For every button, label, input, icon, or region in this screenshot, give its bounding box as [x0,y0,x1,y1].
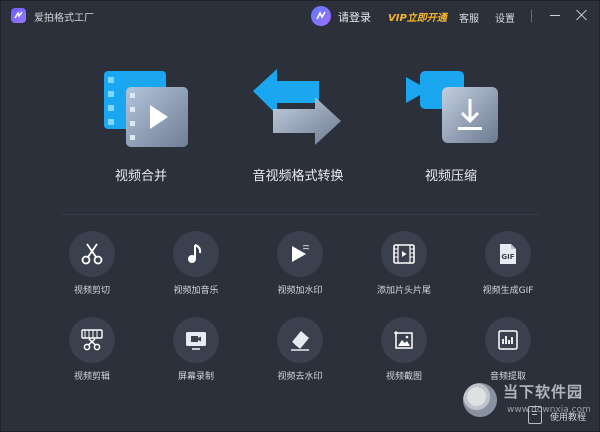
feature-label: 视频合并 [114,169,167,184]
scissors-icon [81,243,103,265]
tool-video-to-gif[interactable]: GIF 视频生成GIF [463,231,553,303]
screenshot-image-icon [394,331,413,349]
tool-add-watermark[interactable]: 视频加水印 [255,231,345,303]
help-tutorial-button[interactable]: 使用教程 [526,405,596,427]
video-compress-icon [406,71,498,143]
vip-link[interactable]: VIP立即开通 [388,9,447,24]
music-note-icon [188,244,202,263]
video-merge-icon [104,71,188,147]
tool-label: 视频剪切 [73,286,110,296]
feature-video-compress[interactable]: 视频压缩 [376,63,526,193]
tool-screen-record[interactable]: 屏幕录制 [151,317,241,389]
settings-link[interactable]: 设置 [495,10,515,25]
tool-label: 视频加音乐 [173,286,219,296]
tool-circle [173,231,219,277]
login-link[interactable]: 请登录 [338,9,371,25]
avatar-icon[interactable] [311,6,331,26]
tool-circle [277,231,323,277]
titlebar-divider [531,10,532,22]
tool-label: 添加片头片尾 [376,286,431,296]
tool-circle [485,317,531,363]
close-button[interactable] [575,8,589,22]
watermark-brand: 当下软件园 [503,383,584,401]
app-window: 爱拍格式工厂 请登录 VIP立即开通 客服 设置 视频合并 音视频格式转换 视频… [0,0,600,432]
section-divider [61,214,541,215]
gif-file-icon: GIF [500,244,516,264]
watermark-logo-icon [463,383,497,417]
tool-circle [381,317,427,363]
tool-remove-watermark[interactable]: 视频去水印 [255,317,345,389]
screen-record-icon [186,332,206,350]
film-cut-icon [81,329,103,351]
tool-circle: GIF [485,231,531,277]
tool-label: 屏幕录制 [177,372,214,382]
help-label: 使用教程 [550,413,587,423]
tool-video-screenshot[interactable]: 视频截图 [359,317,449,389]
eraser-icon [291,331,309,351]
tool-intro-outro[interactable]: 添加片头片尾 [359,231,449,303]
title-bar: 爱拍格式工厂 请登录 VIP立即开通 客服 设置 [1,1,600,31]
film-strip-icon [393,244,415,264]
tool-label: 视频加水印 [277,286,323,296]
tool-label: 视频生成GIF [482,286,534,296]
tool-video-cut[interactable]: 视频剪切 [47,231,137,303]
app-title: 爱拍格式工厂 [34,13,94,24]
audio-extract-icon [498,330,518,350]
tool-video-edit[interactable]: 视频剪辑 [47,317,137,389]
tool-label: 视频剪辑 [73,372,110,382]
feature-label: 视频压缩 [424,169,477,184]
feature-video-merge[interactable]: 视频合并 [66,63,216,193]
customer-service-link[interactable]: 客服 [459,10,479,25]
tool-circle [277,317,323,363]
tool-circle [173,317,219,363]
tool-circle [69,231,115,277]
tool-circle [381,231,427,277]
svg-text:GIF: GIF [501,253,514,261]
tool-label: 视频截图 [385,372,422,382]
minimize-button[interactable] [549,9,561,21]
play-watermark-icon [292,245,310,262]
tool-circle [69,317,115,363]
tool-add-music[interactable]: 视频加音乐 [151,231,241,303]
feature-format-convert[interactable]: 音视频格式转换 [223,63,373,193]
tutorial-book-icon [528,406,542,424]
feature-label: 音视频格式转换 [252,169,344,184]
tool-label: 视频去水印 [277,372,323,382]
app-logo-icon [11,8,26,23]
format-convert-icon [253,69,341,145]
